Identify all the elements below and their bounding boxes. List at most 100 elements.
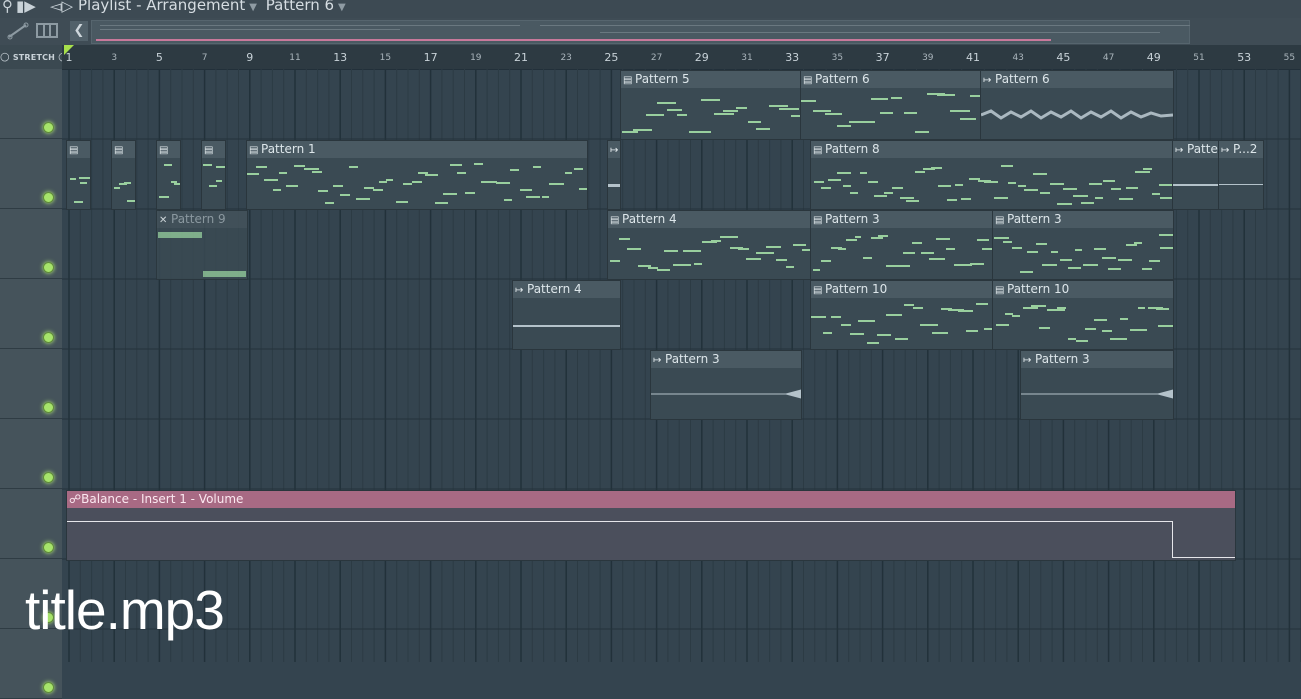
- pattern-icon: ▤: [204, 145, 214, 156]
- pattern-clip[interactable]: ▤ Pattern 4: [607, 210, 812, 280]
- pattern-clip[interactable]: ▤ Pattern 5: [620, 70, 802, 140]
- audio-clip[interactable]: ↦ Pattern 6: [980, 70, 1174, 140]
- piano-icon[interactable]: [36, 23, 58, 39]
- note-block: [1142, 167, 1153, 170]
- note-block: [1118, 258, 1133, 261]
- note-block: [884, 191, 893, 194]
- note-block: [877, 333, 891, 336]
- track-mute-led[interactable]: [43, 472, 54, 483]
- track-header[interactable]: [0, 279, 62, 349]
- audio-clip[interactable]: ↦ Pattern 3: [650, 350, 802, 420]
- note-block: [903, 251, 915, 254]
- audio-clip[interactable]: ↦ Pattern 3: [1020, 350, 1174, 420]
- pattern-selector[interactable]: Pattern 6: [266, 0, 334, 14]
- note-block: [892, 186, 904, 189]
- video-title-overlay: title.mp3: [25, 579, 225, 641]
- track-mute-led[interactable]: [43, 262, 54, 273]
- track-mute-led[interactable]: [43, 122, 54, 133]
- clip-label: Pattern 1: [261, 142, 316, 156]
- note-block: [900, 197, 915, 200]
- note-block: [73, 201, 83, 204]
- note-block: [318, 189, 329, 192]
- track-header[interactable]: [0, 209, 62, 279]
- ruler-bar-label: 41: [966, 51, 980, 64]
- note-block: [677, 113, 687, 116]
- waveform: [1219, 184, 1263, 185]
- ruler-bar-label: 35: [831, 53, 844, 63]
- chevron-down-icon[interactable]: ▼: [249, 2, 257, 13]
- ruler-bar-label: 33: [785, 51, 800, 64]
- note-block: [425, 173, 439, 176]
- note-block: [874, 195, 888, 198]
- pattern-clip-muted[interactable]: ✕ Pattern 9: [156, 210, 248, 280]
- pattern-clip[interactable]: ▤ Pattern 1: [246, 140, 588, 210]
- clip-label: Pattern 3: [825, 212, 880, 226]
- audio-clip[interactable]: ↦: [607, 140, 621, 210]
- track-header[interactable]: [0, 489, 62, 559]
- overview-automation-line: [96, 39, 1051, 41]
- stretch-toggle[interactable]: ○ STRETCH ○: [0, 50, 68, 63]
- audio-clip[interactable]: ↦ P...2: [1218, 140, 1264, 210]
- pattern-clip[interactable]: ▤: [111, 140, 136, 210]
- track-mute-led[interactable]: [43, 192, 54, 203]
- automation-clip[interactable]: ☍Balance - Insert 1 - Volume: [66, 490, 1236, 561]
- chevron-down-icon[interactable]: ▼: [338, 2, 346, 13]
- audio-clip-icon: ↦: [1175, 145, 1184, 156]
- scroll-left-button[interactable]: ❮: [70, 21, 88, 41]
- track-mute-led[interactable]: [43, 682, 54, 693]
- track-header[interactable]: [0, 349, 62, 419]
- note-block: [975, 303, 989, 306]
- note-block: [1011, 246, 1022, 249]
- pattern-clip[interactable]: ▤ Pattern 10: [810, 280, 994, 350]
- audio-clip[interactable]: ↦ Patte: [1172, 140, 1220, 210]
- note-block: [656, 269, 671, 272]
- note-block: [993, 237, 1010, 240]
- track-mute-led[interactable]: [43, 402, 54, 413]
- magnifier-icon[interactable]: ⚲: [2, 0, 13, 15]
- track-header[interactable]: [0, 419, 62, 489]
- note-block: [247, 172, 259, 175]
- slide-tool-icon[interactable]: [7, 22, 29, 40]
- note-block: [402, 182, 413, 185]
- clip-label: Pattern 5: [635, 72, 690, 86]
- note-block: [311, 170, 322, 173]
- pattern-clip[interactable]: ▤ Pattern 3: [810, 210, 994, 280]
- pattern-icon: ▤: [623, 75, 633, 86]
- note-block: [1134, 171, 1150, 174]
- playlist-title[interactable]: Playlist - Arrangement: [78, 0, 245, 14]
- track-mute-led[interactable]: [43, 542, 54, 553]
- audio-clip[interactable]: ↦ Pattern 4: [512, 280, 621, 350]
- note-block: [903, 111, 917, 114]
- play-mode-icon[interactable]: ◅▷: [50, 0, 73, 15]
- pattern-icon: ▤: [995, 285, 1005, 296]
- ruler-bar-label: 23: [560, 53, 572, 63]
- waveform: [981, 109, 1173, 120]
- pattern-clip[interactable]: ▤ Pattern 6: [800, 70, 982, 140]
- clip-label: Pattern 6: [995, 72, 1050, 86]
- note-block: [465, 192, 476, 195]
- track-header[interactable]: [0, 69, 62, 139]
- pattern-clip[interactable]: ▤ Pattern 8: [810, 140, 1174, 210]
- note-block: [1102, 179, 1115, 182]
- clip-label: Pattern 3: [1035, 352, 1090, 366]
- track-mute-led[interactable]: [43, 332, 54, 343]
- note-block: [435, 201, 449, 204]
- pattern-clip[interactable]: ▤: [201, 140, 226, 210]
- pattern-clip[interactable]: ▤: [66, 140, 91, 210]
- pattern-clip[interactable]: ▤ Pattern 10: [992, 280, 1174, 350]
- note-block: [793, 243, 807, 246]
- ruler-bar-label: 31: [741, 53, 753, 63]
- note-block: [825, 113, 842, 116]
- speaker-icon[interactable]: ▮▶: [16, 0, 36, 15]
- note-block: [1042, 264, 1057, 267]
- pattern-clip[interactable]: ▤ Pattern 3: [992, 210, 1174, 280]
- note-block: [1093, 318, 1107, 321]
- overview-clip-line: [600, 32, 1160, 33]
- note-block: [610, 259, 621, 262]
- muted-pattern-icon: ✕: [159, 215, 168, 226]
- waveform: [608, 184, 620, 187]
- track-header[interactable]: [0, 139, 62, 209]
- pattern-clip[interactable]: ▤: [156, 140, 181, 210]
- note-block: [1126, 244, 1138, 247]
- note-block: [473, 163, 483, 166]
